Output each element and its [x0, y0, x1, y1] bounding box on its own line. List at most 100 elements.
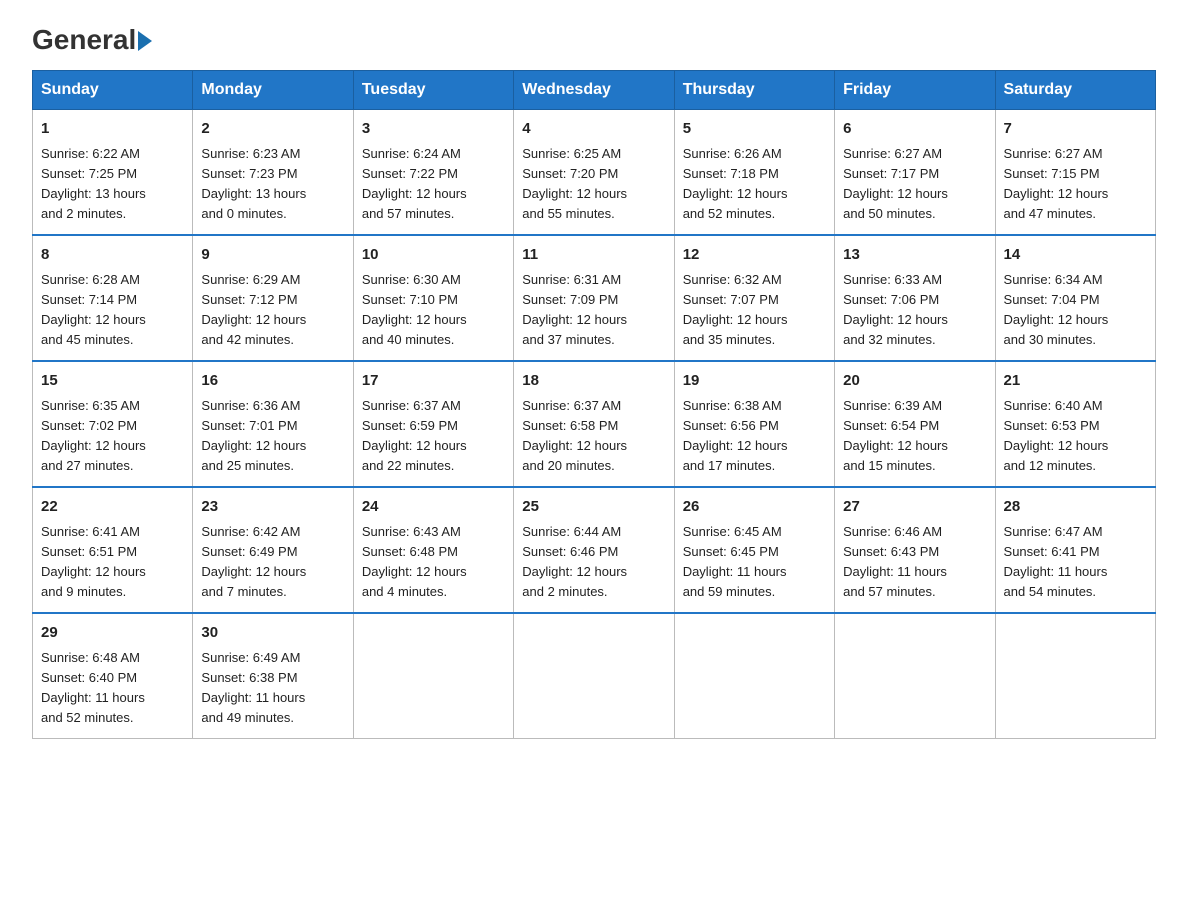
day-number: 9: [201, 244, 344, 267]
calendar-cell: 10 Sunrise: 6:30 AMSunset: 7:10 PMDayligh…: [353, 235, 513, 361]
logo-arrow-icon: [138, 31, 152, 51]
calendar-cell: 28 Sunrise: 6:47 AMSunset: 6:41 PMDayligh…: [995, 487, 1155, 613]
day-number: 14: [1004, 244, 1147, 267]
calendar-cell: 9 Sunrise: 6:29 AMSunset: 7:12 PMDaylight…: [193, 235, 353, 361]
calendar-cell: 16Sunrise: 6:36 AMSunset: 7:01 PMDayligh…: [193, 361, 353, 487]
header-friday: Friday: [835, 71, 995, 110]
day-number: 15: [41, 370, 184, 393]
day-info: Sunrise: 6:41 AMSunset: 6:51 PMDaylight:…: [41, 522, 184, 603]
day-number: 29: [41, 622, 184, 645]
day-info: Sunrise: 6:47 AMSunset: 6:41 PMDaylight:…: [1004, 522, 1147, 603]
week-row-1: 1Sunrise: 6:22 AMSunset: 7:25 PMDaylight…: [33, 110, 1156, 236]
header-monday: Monday: [193, 71, 353, 110]
calendar-cell: [353, 613, 513, 739]
day-info: Sunrise: 6:43 AMSunset: 6:48 PMDaylight:…: [362, 522, 505, 603]
day-number: 28: [1004, 496, 1147, 519]
day-info: Sunrise: 6:32 AMSunset: 7:07 PMDaylight:…: [683, 270, 826, 351]
calendar-cell: 13Sunrise: 6:33 AMSunset: 7:06 PMDayligh…: [835, 235, 995, 361]
calendar-cell: 11 Sunrise: 6:31 AMSunset: 7:09 PMDayligh…: [514, 235, 674, 361]
calendar-cell: 1Sunrise: 6:22 AMSunset: 7:25 PMDaylight…: [33, 110, 193, 236]
calendar-cell: 19Sunrise: 6:38 AMSunset: 6:56 PMDayligh…: [674, 361, 834, 487]
day-info: Sunrise: 6:27 AMSunset: 7:17 PMDaylight:…: [843, 144, 986, 225]
calendar-cell: [674, 613, 834, 739]
calendar-cell: 6 Sunrise: 6:27 AMSunset: 7:17 PMDaylight…: [835, 110, 995, 236]
calendar-cell: 20 Sunrise: 6:39 AMSunset: 6:54 PMDayligh…: [835, 361, 995, 487]
day-info: Sunrise: 6:34 AMSunset: 7:04 PMDaylight:…: [1004, 270, 1147, 351]
header-saturday: Saturday: [995, 71, 1155, 110]
day-number: 22: [41, 496, 184, 519]
day-number: 7: [1004, 118, 1147, 141]
day-info: Sunrise: 6:35 AMSunset: 7:02 PMDaylight:…: [41, 396, 184, 477]
week-row-5: 29 Sunrise: 6:48 AMSunset: 6:40 PMDayligh…: [33, 613, 1156, 739]
day-info: Sunrise: 6:39 AMSunset: 6:54 PMDaylight:…: [843, 396, 986, 477]
calendar-cell: [514, 613, 674, 739]
calendar-cell: 26 Sunrise: 6:45 AMSunset: 6:45 PMDayligh…: [674, 487, 834, 613]
calendar-cell: 27Sunrise: 6:46 AMSunset: 6:43 PMDayligh…: [835, 487, 995, 613]
day-number: 16: [201, 370, 344, 393]
logo-general: General: [32, 24, 136, 56]
calendar-cell: 5 Sunrise: 6:26 AMSunset: 7:18 PMDaylight…: [674, 110, 834, 236]
calendar-cell: 15 Sunrise: 6:35 AMSunset: 7:02 PMDayligh…: [33, 361, 193, 487]
page-header: General: [32, 24, 1156, 52]
header-tuesday: Tuesday: [353, 71, 513, 110]
week-row-4: 22 Sunrise: 6:41 AMSunset: 6:51 PMDayligh…: [33, 487, 1156, 613]
header-row: SundayMondayTuesdayWednesdayThursdayFrid…: [33, 71, 1156, 110]
day-info: Sunrise: 6:45 AMSunset: 6:45 PMDaylight:…: [683, 522, 826, 603]
calendar-body: 1Sunrise: 6:22 AMSunset: 7:25 PMDaylight…: [33, 110, 1156, 739]
calendar-cell: 18 Sunrise: 6:37 AMSunset: 6:58 PMDayligh…: [514, 361, 674, 487]
day-number: 27: [843, 496, 986, 519]
day-number: 25: [522, 496, 665, 519]
header-wednesday: Wednesday: [514, 71, 674, 110]
day-number: 2: [201, 118, 344, 141]
day-number: 26: [683, 496, 826, 519]
day-info: Sunrise: 6:44 AMSunset: 6:46 PMDaylight:…: [522, 522, 665, 603]
day-info: Sunrise: 6:31 AMSunset: 7:09 PMDaylight:…: [522, 270, 665, 351]
calendar-cell: 24 Sunrise: 6:43 AMSunset: 6:48 PMDayligh…: [353, 487, 513, 613]
calendar-cell: 29 Sunrise: 6:48 AMSunset: 6:40 PMDayligh…: [33, 613, 193, 739]
day-number: 13: [843, 244, 986, 267]
day-number: 11: [522, 244, 665, 267]
day-number: 10: [362, 244, 505, 267]
day-number: 24: [362, 496, 505, 519]
calendar-cell: 23 Sunrise: 6:42 AMSunset: 6:49 PMDayligh…: [193, 487, 353, 613]
calendar-cell: 30 Sunrise: 6:49 AMSunset: 6:38 PMDayligh…: [193, 613, 353, 739]
calendar-cell: [835, 613, 995, 739]
week-row-3: 15 Sunrise: 6:35 AMSunset: 7:02 PMDayligh…: [33, 361, 1156, 487]
header-sunday: Sunday: [33, 71, 193, 110]
day-number: 8: [41, 244, 184, 267]
day-number: 4: [522, 118, 665, 141]
day-info: Sunrise: 6:24 AMSunset: 7:22 PMDaylight:…: [362, 144, 505, 225]
day-info: Sunrise: 6:23 AMSunset: 7:23 PMDaylight:…: [201, 144, 344, 225]
logo-text: General: [32, 24, 152, 56]
calendar-table: SundayMondayTuesdayWednesdayThursdayFrid…: [32, 70, 1156, 739]
day-number: 23: [201, 496, 344, 519]
day-info: Sunrise: 6:29 AMSunset: 7:12 PMDaylight:…: [201, 270, 344, 351]
day-info: Sunrise: 6:42 AMSunset: 6:49 PMDaylight:…: [201, 522, 344, 603]
day-number: 5: [683, 118, 826, 141]
day-info: Sunrise: 6:30 AMSunset: 7:10 PMDaylight:…: [362, 270, 505, 351]
calendar-cell: 3Sunrise: 6:24 AMSunset: 7:22 PMDaylight…: [353, 110, 513, 236]
calendar-cell: 2 Sunrise: 6:23 AMSunset: 7:23 PMDaylight…: [193, 110, 353, 236]
calendar-cell: 14 Sunrise: 6:34 AMSunset: 7:04 PMDayligh…: [995, 235, 1155, 361]
day-info: Sunrise: 6:25 AMSunset: 7:20 PMDaylight:…: [522, 144, 665, 225]
day-number: 30: [201, 622, 344, 645]
calendar-cell: 8Sunrise: 6:28 AMSunset: 7:14 PMDaylight…: [33, 235, 193, 361]
week-row-2: 8Sunrise: 6:28 AMSunset: 7:14 PMDaylight…: [33, 235, 1156, 361]
day-number: 19: [683, 370, 826, 393]
day-info: Sunrise: 6:26 AMSunset: 7:18 PMDaylight:…: [683, 144, 826, 225]
day-number: 12: [683, 244, 826, 267]
day-info: Sunrise: 6:27 AMSunset: 7:15 PMDaylight:…: [1004, 144, 1147, 225]
day-info: Sunrise: 6:22 AMSunset: 7:25 PMDaylight:…: [41, 144, 184, 225]
day-info: Sunrise: 6:37 AMSunset: 6:58 PMDaylight:…: [522, 396, 665, 477]
calendar-cell: 4 Sunrise: 6:25 AMSunset: 7:20 PMDaylight…: [514, 110, 674, 236]
calendar-cell: [995, 613, 1155, 739]
day-info: Sunrise: 6:48 AMSunset: 6:40 PMDaylight:…: [41, 648, 184, 729]
day-info: Sunrise: 6:37 AMSunset: 6:59 PMDaylight:…: [362, 396, 505, 477]
day-number: 18: [522, 370, 665, 393]
calendar-cell: 7 Sunrise: 6:27 AMSunset: 7:15 PMDaylight…: [995, 110, 1155, 236]
day-info: Sunrise: 6:49 AMSunset: 6:38 PMDaylight:…: [201, 648, 344, 729]
calendar-cell: 25 Sunrise: 6:44 AMSunset: 6:46 PMDayligh…: [514, 487, 674, 613]
day-number: 20: [843, 370, 986, 393]
day-info: Sunrise: 6:40 AMSunset: 6:53 PMDaylight:…: [1004, 396, 1147, 477]
day-number: 6: [843, 118, 986, 141]
